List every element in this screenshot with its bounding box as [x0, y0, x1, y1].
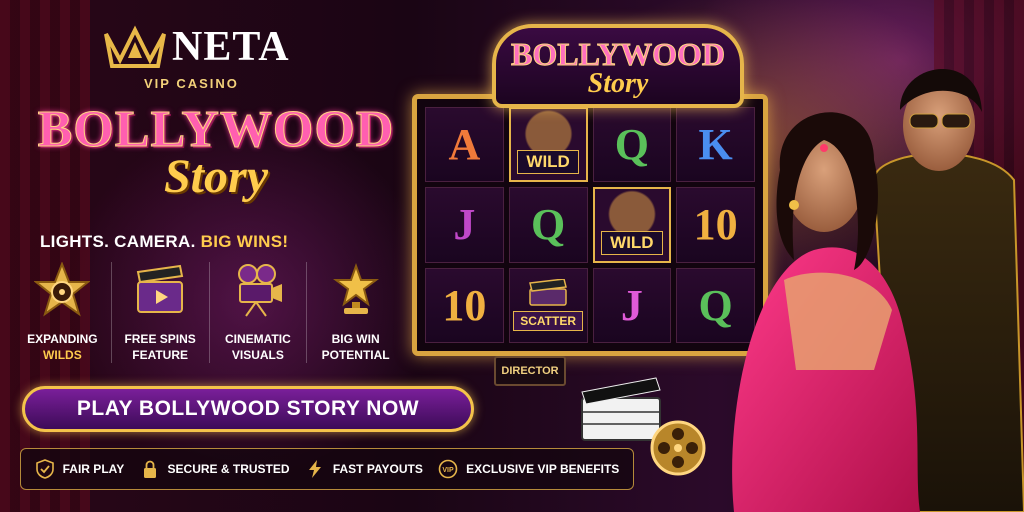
trust-bar: FAIR PLAY SECURE & TRUSTED FAST PAYOUTS …: [20, 448, 634, 490]
reel-symbol-wild: WILD: [592, 187, 672, 263]
marquee-line1: BOLLYWOOD: [511, 36, 726, 72]
feature-line2: VISUALS: [231, 348, 284, 363]
clapperboard-icon: [136, 264, 184, 313]
trust-item-fair-play: FAIR PLAY: [35, 459, 125, 479]
director-chair: DIRECTOR: [494, 356, 566, 386]
vip-badge-icon: VIP: [438, 459, 458, 479]
feature-line2: FEATURE: [132, 348, 189, 363]
svg-text:VIP: VIP: [443, 467, 455, 474]
reel-symbol: Q: [508, 187, 588, 263]
trust-item-secure: SECURE & TRUSTED: [140, 459, 290, 479]
feature-line2: WILDS: [43, 348, 82, 363]
feature-item: BIG WIN POTENTIAL: [307, 262, 404, 363]
marquee-line2: Story: [587, 68, 649, 99]
trust-label: FAIR PLAY: [62, 462, 125, 476]
reel-symbol-scatter: SCATTER: [508, 267, 588, 343]
reel-symbol: Q: [592, 107, 672, 183]
brand-name: NETA: [172, 24, 290, 70]
game-title-line2: Story: [163, 150, 268, 203]
reel-symbol: J: [425, 187, 504, 263]
lightning-icon: [308, 460, 321, 478]
reel-symbol: 10: [425, 267, 504, 343]
trust-item-vip: VIP EXCLUSIVE VIP BENEFITS: [438, 459, 619, 479]
lock-icon: [143, 460, 156, 478]
slot-marquee: BOLLYWOOD Story: [492, 24, 744, 108]
game-title-line1: BOLLYWOOD: [37, 101, 395, 158]
feature-line1: CINEMATIC: [224, 332, 291, 346]
play-now-button[interactable]: PLAY BOLLYWOOD STORY NOW: [22, 386, 474, 432]
feature-list: EXPANDING WILDS FREE SPINS FEATURE CINEMAT…: [14, 261, 404, 364]
film-camera-icon: [237, 264, 282, 317]
feature-item: EXPANDING WILDS: [14, 261, 112, 364]
feature-line1: EXPANDING: [27, 332, 98, 346]
tagline-plain: LIGHTS. CAMERA.: [40, 232, 201, 251]
feature-line2: POTENTIAL: [321, 348, 390, 363]
trust-label: EXCLUSIVE VIP BENEFITS: [466, 462, 620, 476]
wild-label: WILD: [517, 150, 579, 175]
star-trophy-icon: [332, 263, 379, 314]
brand-subtitle: VIP CASINO: [144, 76, 239, 91]
feature-line1: FREE SPINS: [124, 332, 196, 346]
trust-label: FAST PAYOUTS: [332, 462, 423, 476]
wild-label: WILD: [601, 230, 663, 255]
reel-symbol-wild: WILD: [508, 107, 588, 183]
trust-label: SECURE & TRUSTED: [167, 462, 290, 476]
crown-icon: [104, 25, 166, 68]
clapperboard-icon: [529, 279, 568, 307]
feature-item: FREE SPINS FEATURE: [112, 262, 210, 364]
brand-logo: NETA: [104, 24, 290, 70]
tagline-highlight: BIG WINS!: [200, 232, 289, 251]
feature-item: CINEMATIC VISUALS: [210, 262, 308, 364]
curtain-left: [0, 0, 90, 512]
reel-symbol: J: [592, 267, 672, 343]
scatter-label: SCATTER: [513, 311, 584, 332]
game-title: BOLLYWOOD Story: [36, 101, 396, 203]
film-reel-icon: [650, 420, 706, 476]
reel-symbol: A: [425, 107, 504, 183]
feature-line1: BIG WIN: [331, 332, 380, 346]
tagline: LIGHTS. CAMERA. BIG WINS!: [40, 232, 288, 252]
shield-check-icon: [35, 459, 54, 479]
film-reel-star-icon: [33, 261, 92, 317]
trust-item-payouts: FAST PAYOUTS: [305, 459, 423, 479]
characters-illustration: [732, 68, 1024, 512]
slot-reels: A WILD Q K J Q WILD 10 10 SCATTER J Q: [412, 94, 768, 356]
